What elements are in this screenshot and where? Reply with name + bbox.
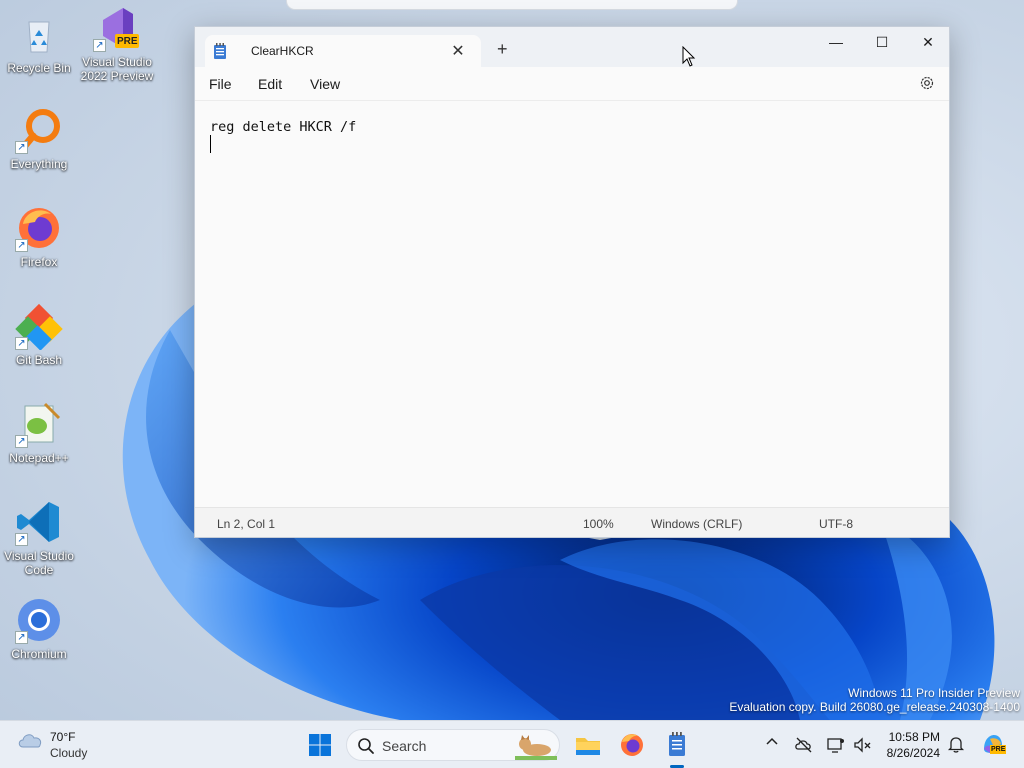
watermark-edition: Windows 11 Pro Insider Preview bbox=[848, 686, 1020, 700]
windows-watermark: Windows 11 Pro Insider Preview Evaluatio… bbox=[729, 686, 1020, 714]
desktop-icon-chromium[interactable]: ↗ Chromium bbox=[1, 596, 77, 661]
menu-edit[interactable]: Edit bbox=[258, 76, 282, 92]
taskbar: 70°F Cloudy Search 10:58 PM 8/26/2024 PR… bbox=[0, 720, 1024, 768]
desktop-icon-label: Firefox bbox=[20, 255, 58, 269]
display-network-icon[interactable] bbox=[826, 735, 846, 755]
desktop-icon-notepad-plus-plus[interactable]: ↗ Notepad++ bbox=[1, 400, 77, 465]
firefox-icon bbox=[621, 734, 643, 756]
text-caret bbox=[210, 135, 211, 153]
desktop-icon-everything[interactable]: ↗ Everything bbox=[1, 106, 77, 171]
notification-bell-icon[interactable] bbox=[946, 735, 966, 755]
tab-title: ClearHKCR bbox=[251, 44, 314, 58]
tab-clearhkcr[interactable]: ClearHKCR ✕ bbox=[205, 35, 481, 67]
taskbar-firefox[interactable] bbox=[616, 729, 648, 761]
shortcut-arrow-icon: ↗ bbox=[15, 533, 28, 546]
search-label: Search bbox=[382, 738, 427, 754]
cloud-icon bbox=[18, 734, 42, 748]
status-line-ending[interactable]: Windows (CRLF) bbox=[651, 517, 742, 531]
notepad-icon bbox=[669, 732, 685, 756]
taskbar-search[interactable]: Search bbox=[346, 729, 560, 761]
chromium-icon: ↗ bbox=[15, 596, 63, 644]
notepad-icon bbox=[214, 43, 226, 59]
status-bar: Ln 2, Col 1 100% Windows (CRLF) UTF-8 bbox=[195, 507, 949, 537]
git-bash-icon: ↗ bbox=[15, 302, 63, 351]
close-button[interactable]: ✕ bbox=[905, 27, 951, 59]
editor-line-1: reg delete HKCR /f bbox=[210, 119, 357, 135]
status-cursor-position: Ln 2, Col 1 bbox=[217, 517, 276, 531]
shortcut-arrow-icon: ↗ bbox=[93, 39, 106, 52]
menu-view[interactable]: View bbox=[310, 76, 340, 92]
text-editor[interactable]: reg delete HKCR /f bbox=[195, 101, 949, 507]
status-encoding[interactable]: UTF-8 bbox=[819, 517, 853, 531]
new-tab-button[interactable]: + bbox=[497, 40, 508, 58]
firefox-icon: ↗ bbox=[15, 204, 63, 252]
maximize-button[interactable]: ☐ bbox=[859, 27, 905, 59]
copilot-pre-badge: PRE bbox=[990, 745, 1007, 754]
search-icon bbox=[358, 738, 374, 754]
pre-badge: PRE bbox=[117, 36, 138, 47]
desktop-icon-label: Notepad++ bbox=[9, 451, 69, 465]
visual-studio-preview-icon: PRE ↗ bbox=[93, 4, 141, 52]
tab-close-icon[interactable]: ✕ bbox=[449, 41, 467, 61]
desktop-icon-label: Visual Studio 2022 Preview bbox=[80, 55, 154, 83]
taskbar-notepad[interactable] bbox=[661, 729, 693, 761]
desktop-icon-firefox[interactable]: ↗ Firefox bbox=[1, 204, 77, 269]
shortcut-arrow-icon: ↗ bbox=[15, 631, 28, 644]
desktop-icon-label: Chromium bbox=[11, 647, 67, 661]
settings-gear-icon[interactable] bbox=[919, 75, 935, 91]
notepad-window: ClearHKCR ✕ + — ☐ ✕ File Edit View reg d… bbox=[194, 26, 950, 538]
top-search-pill[interactable] bbox=[286, 0, 738, 10]
title-bar[interactable]: ClearHKCR ✕ + — ☐ ✕ bbox=[195, 27, 949, 67]
minimize-button[interactable]: — bbox=[813, 27, 859, 59]
desktop-icon-label: Everything bbox=[10, 157, 68, 171]
show-hidden-icons-chevron-icon[interactable] bbox=[762, 735, 782, 755]
menu-bar: File Edit View bbox=[195, 67, 949, 101]
status-zoom[interactable]: 100% bbox=[583, 517, 614, 531]
weather-temperature: 70°F bbox=[50, 730, 76, 744]
weather-condition: Cloudy bbox=[50, 746, 88, 760]
watermark-build: Evaluation copy. Build 26080.ge_release.… bbox=[729, 700, 1020, 714]
start-button[interactable] bbox=[304, 729, 336, 761]
search-highlight-cat-icon bbox=[515, 735, 557, 760]
mouse-pointer-icon bbox=[682, 46, 696, 67]
shortcut-arrow-icon: ↗ bbox=[15, 337, 28, 350]
shortcut-arrow-icon: ↗ bbox=[15, 141, 28, 154]
everything-search-icon: ↗ bbox=[15, 106, 63, 154]
desktop-icon-visual-studio-2022-preview[interactable]: PRE ↗ Visual Studio 2022 Preview bbox=[79, 4, 155, 83]
copilot-icon[interactable]: PRE bbox=[980, 731, 1007, 757]
desktop-icon-git-bash[interactable]: ↗ Git Bash bbox=[1, 302, 77, 367]
onedrive-offline-icon[interactable] bbox=[794, 735, 814, 755]
taskbar-file-explorer[interactable] bbox=[572, 729, 604, 761]
system-clock[interactable]: 10:58 PM 8/26/2024 bbox=[880, 729, 940, 761]
recycle-bin-icon bbox=[15, 10, 63, 58]
folder-icon bbox=[576, 738, 600, 755]
volume-muted-icon[interactable] bbox=[852, 735, 872, 755]
desktop-icon-visual-studio-code[interactable]: ↗ Visual Studio Code bbox=[1, 498, 77, 577]
desktop-icon-recycle-bin[interactable]: Recycle Bin bbox=[1, 10, 77, 75]
clock-time: 10:58 PM bbox=[888, 730, 940, 744]
shortcut-arrow-icon: ↗ bbox=[15, 435, 28, 448]
menu-file[interactable]: File bbox=[209, 76, 232, 92]
windows-logo-icon bbox=[309, 734, 331, 756]
weather-widget[interactable]: 70°F Cloudy bbox=[16, 729, 87, 760]
desktop-icon-label: Git Bash bbox=[15, 353, 63, 367]
clock-date: 8/26/2024 bbox=[886, 746, 940, 760]
desktop-icon-label: Recycle Bin bbox=[7, 61, 71, 75]
shortcut-arrow-icon: ↗ bbox=[15, 239, 28, 252]
desktop-icon-label: Visual Studio Code bbox=[4, 549, 74, 577]
vscode-icon: ↗ bbox=[15, 498, 63, 546]
notepad-plus-plus-icon: ↗ bbox=[15, 400, 63, 448]
